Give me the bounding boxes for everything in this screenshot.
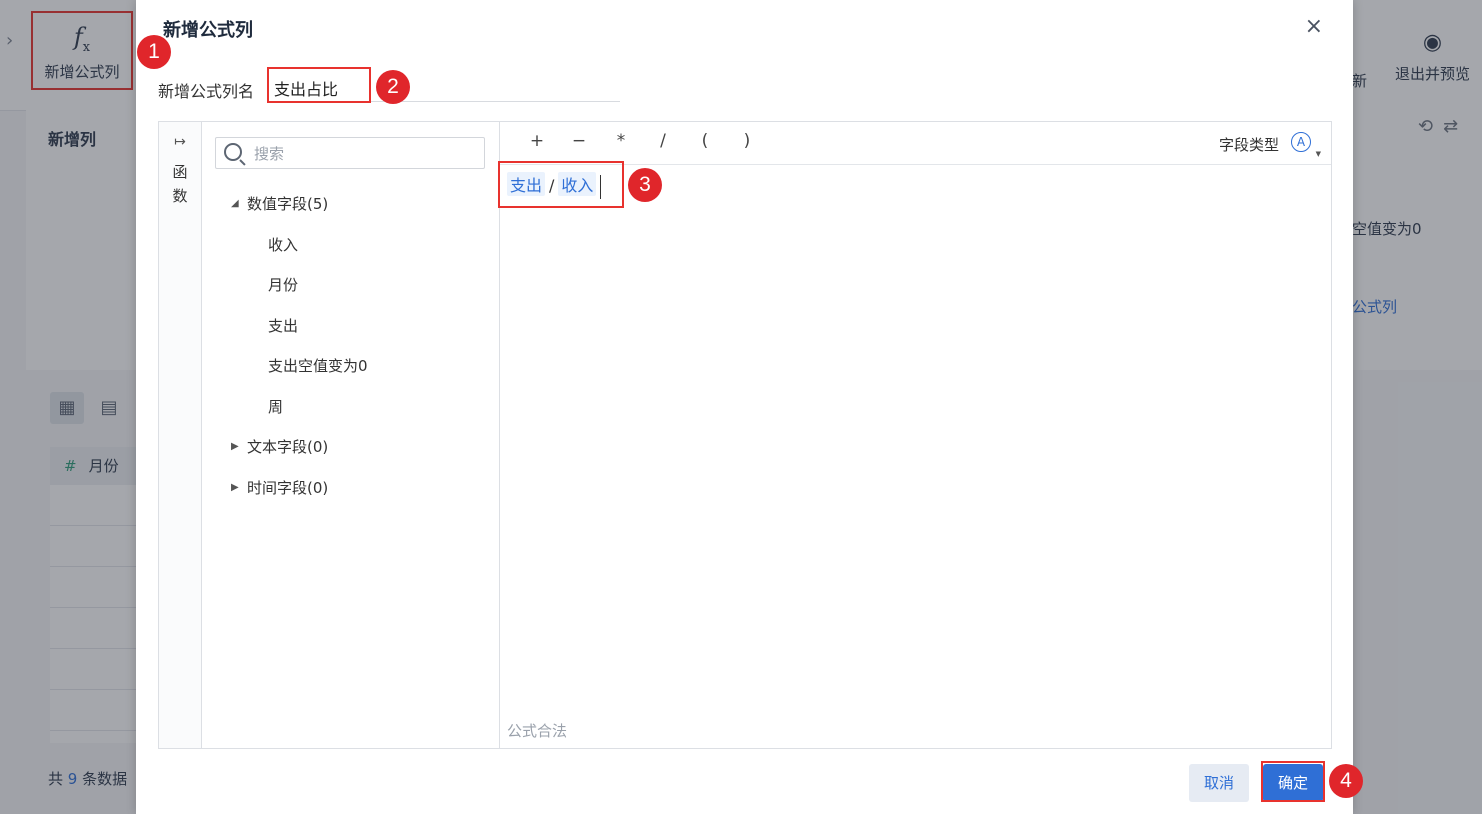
- formula-editor: ↦ 函数 ◢数值字段(5)收入月份支出支出空值变为0周▶文本字段(0)▶时间字段…: [158, 121, 1332, 749]
- field-group[interactable]: ▶ 时间字段(0): [201, 468, 499, 509]
- step-marker-4: 4: [1329, 764, 1363, 798]
- field-item[interactable]: 月份: [201, 265, 499, 306]
- field-tree: ◢ 数值字段(5) 收入 月份 支出 支出空值变为0 周 ▶ 文本字段(0) ▶ 时间字段(0): [201, 184, 499, 508]
- highlight-formula: [498, 161, 624, 208]
- step-marker-2: 2: [376, 70, 410, 104]
- operator-button[interactable]: +: [526, 131, 548, 151]
- cancel-button[interactable]: 取消: [1189, 764, 1249, 802]
- expand-triangle-icon[interactable]: ▶: [231, 427, 239, 467]
- search-icon: [224, 143, 242, 161]
- formula-panel: 字段类型 A ▼ + − * / () 支出 / 收入 公式合法: [499, 122, 1331, 748]
- step-marker-3: 3: [628, 168, 662, 202]
- field-item[interactable]: 收入: [201, 225, 499, 266]
- function-label-text: 函数: [172, 163, 188, 205]
- validation-message: 公式合法: [507, 722, 568, 740]
- field-group[interactable]: ◢ 数值字段(5): [201, 184, 499, 225]
- field-item[interactable]: 支出: [201, 306, 499, 347]
- formula-input-area[interactable]: 支出 / 收入: [499, 164, 1331, 704]
- operator-button[interactable]: /: [652, 131, 674, 151]
- highlight-confirm: [1261, 761, 1325, 802]
- column-name-label: 新增公式列名: [158, 82, 255, 101]
- field-list-panel: ◢数值字段(5)收入月份支出支出空值变为0周▶文本字段(0)▶时间字段(0): [201, 122, 500, 748]
- field-group-label: 文本字段(0): [247, 438, 329, 456]
- operator-button[interactable]: −: [568, 131, 590, 151]
- search-input[interactable]: [252, 141, 476, 167]
- expand-triangle-icon[interactable]: ▶: [231, 468, 239, 508]
- operator-button[interactable]: (: [694, 131, 716, 151]
- function-label: 函数: [159, 160, 201, 208]
- expand-functions-icon[interactable]: ↦: [159, 134, 201, 150]
- dropdown-caret-icon[interactable]: ▼: [1316, 150, 1321, 158]
- close-icon[interactable]: ×: [1305, 14, 1323, 39]
- add-formula-column-dialog: 新增公式列 × 新增公式列名 ↦ 函数 ◢ 数值字段(5) 收入月份支出支出空值变为…: [136, 0, 1353, 814]
- field-group-label: 时间字段(0): [247, 478, 329, 497]
- field-type-label: 字段类型: [1218, 136, 1279, 154]
- field-search[interactable]: [215, 137, 485, 169]
- step-marker-1: 1: [137, 35, 171, 69]
- highlight-name-input: [267, 67, 371, 103]
- collapse-triangle-icon[interactable]: ◢: [231, 184, 239, 224]
- dialog-title: 新增公式列: [163, 20, 253, 41]
- function-panel-toggle[interactable]: ↦ 函数: [159, 122, 202, 748]
- operator-button[interactable]: *: [610, 131, 632, 151]
- field-group-label: 数值字段(5): [247, 195, 329, 213]
- field-group[interactable]: ▶ 文本字段(0): [201, 427, 499, 468]
- operator-bar: 字段类型 A ▼ + − * / (): [499, 122, 1331, 165]
- field-item[interactable]: 周: [201, 387, 499, 428]
- field-item[interactable]: 支出空值变为0: [201, 346, 499, 387]
- field-type-icon[interactable]: A: [1291, 132, 1311, 152]
- operator-button[interactable]: ): [736, 131, 758, 151]
